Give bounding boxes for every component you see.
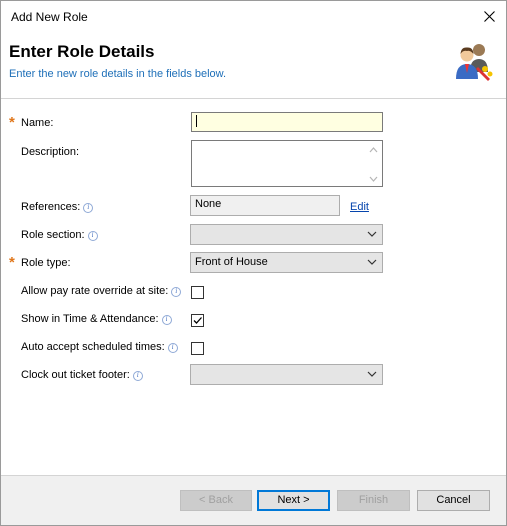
page-subtitle: Enter the new role details in the fields… [9,68,227,80]
auto-accept-label: Auto accept scheduled times: i [21,341,178,353]
role-section-select[interactable] [190,224,383,245]
cancel-button[interactable]: Cancel [417,490,490,511]
chevron-down-icon [367,231,377,237]
role-type-label: Role type: [21,257,71,269]
window-title: Add New Role [11,10,88,24]
chevron-down-icon [367,259,377,265]
required-marker: * [9,114,15,131]
header-divider [1,98,506,99]
allow-pay-rate-checkbox[interactable] [191,286,204,299]
info-icon: i [83,203,94,213]
name-label: Name: [21,117,54,129]
description-label: Description: [21,146,80,158]
footer-bar: < Back Next > Finish Cancel [1,476,506,525]
close-button[interactable] [472,1,506,32]
close-icon [483,11,495,22]
role-type-select[interactable]: Front of House [190,252,383,273]
info-icon: i [161,315,172,325]
description-textarea[interactable] [191,140,383,187]
page-title: Enter Role Details [9,42,155,61]
back-button[interactable]: < Back [180,490,252,511]
info-icon: i [167,343,178,353]
allow-pay-rate-label: Allow pay rate override at site: i [21,285,182,297]
info-icon: i [87,231,98,241]
references-label: References: i [21,201,94,213]
finish-button[interactable]: Finish [337,490,410,511]
clock-out-footer-select[interactable] [190,364,383,385]
add-new-role-dialog: Add New Role Enter Role Details Enter th… [0,0,507,526]
auto-accept-checkbox[interactable] [191,342,204,355]
chevron-down-icon [367,371,377,377]
checkmark-icon [193,317,202,324]
info-icon: i [132,371,143,381]
role-section-label: Role section: i [21,229,98,241]
clock-out-footer-label: Clock out ticket footer: i [21,369,143,381]
required-marker: * [9,254,15,271]
info-icon: i [171,287,182,297]
show-time-attendance-checkbox[interactable] [191,314,204,327]
references-field: None [190,195,340,216]
next-button[interactable]: Next > [257,490,330,511]
name-input[interactable] [191,112,383,132]
scroll-down-icon[interactable] [369,176,378,182]
header-panel: Enter Role Details Enter the new role de… [1,33,506,98]
show-time-attendance-label: Show in Time & Attendance: i [21,313,172,325]
scroll-up-icon[interactable] [369,147,378,153]
edit-references-link[interactable]: Edit [350,201,369,213]
title-bar: Add New Role [1,1,506,32]
users-roles-icon [456,44,493,81]
